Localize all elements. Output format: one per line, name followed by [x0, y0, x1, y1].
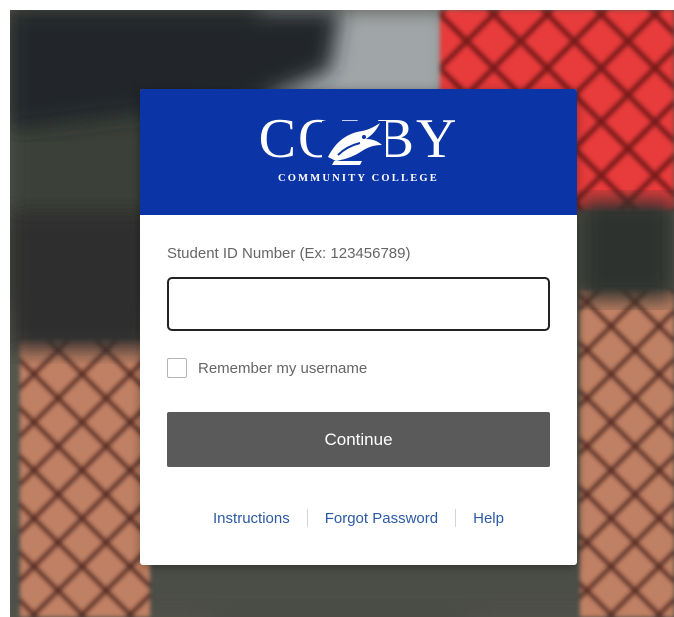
remember-username-label: Remember my username — [198, 359, 368, 377]
college-logo: COLBY COMMUNITY COLLEGE — [226, 111, 491, 193]
checkbox-unchecked-icon[interactable] — [167, 358, 187, 378]
student-id-input[interactable] — [167, 277, 550, 331]
logo-subtitle: COMMUNITY COLLEGE — [278, 173, 439, 184]
instructions-link[interactable]: Instructions — [213, 510, 290, 527]
remember-username-option[interactable]: Remember my username — [167, 358, 367, 378]
login-card: COLBY COMMUNITY COLLEGE Student ID Numbe… — [140, 89, 577, 565]
student-id-label: Student ID Number (Ex: 123456789) — [167, 245, 411, 262]
trojan-helmet-icon — [322, 121, 386, 167]
help-link[interactable]: Help — [473, 510, 504, 527]
link-divider — [455, 509, 457, 527]
footer-links: Instructions Forgot Password Help — [140, 509, 577, 527]
continue-button[interactable]: Continue — [167, 412, 550, 467]
forgot-password-link[interactable]: Forgot Password — [325, 510, 438, 527]
link-divider — [306, 509, 308, 527]
browser-viewport: COLBY COMMUNITY COLLEGE Student ID Numbe… — [0, 0, 674, 617]
brand-header: COLBY COMMUNITY COLLEGE — [140, 89, 577, 215]
